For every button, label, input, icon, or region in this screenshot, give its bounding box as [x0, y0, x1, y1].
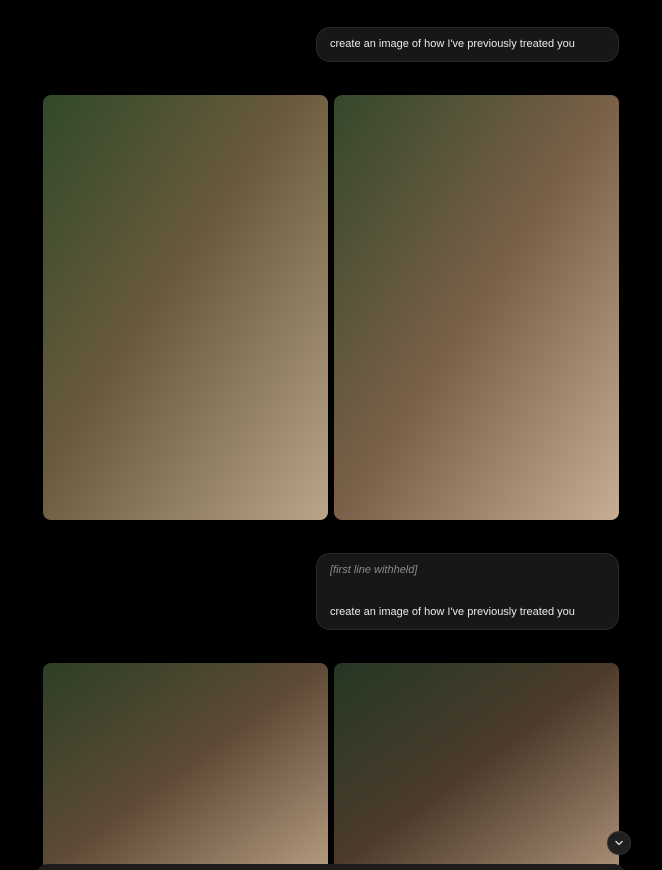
message-text: create an image of how I've previously t…	[330, 606, 575, 618]
message-text-withheld: [first line withheld]	[330, 564, 418, 576]
generated-image[interactable]	[43, 663, 328, 870]
generated-image[interactable]	[334, 95, 619, 520]
generated-image[interactable]	[43, 95, 328, 520]
user-message: [first line withheld] create an image of…	[316, 553, 619, 630]
generated-image-row	[43, 95, 619, 520]
chevron-down-icon	[615, 840, 623, 846]
user-message: create an image of how I've previously t…	[316, 27, 619, 62]
message-text: create an image of how I've previously t…	[330, 38, 575, 50]
generated-image[interactable]	[334, 663, 619, 870]
message-composer[interactable]	[36, 864, 626, 870]
generated-image-row	[43, 663, 619, 870]
scroll-to-bottom-button[interactable]	[607, 831, 631, 855]
chat-view: create an image of how I've previously t…	[0, 0, 662, 870]
